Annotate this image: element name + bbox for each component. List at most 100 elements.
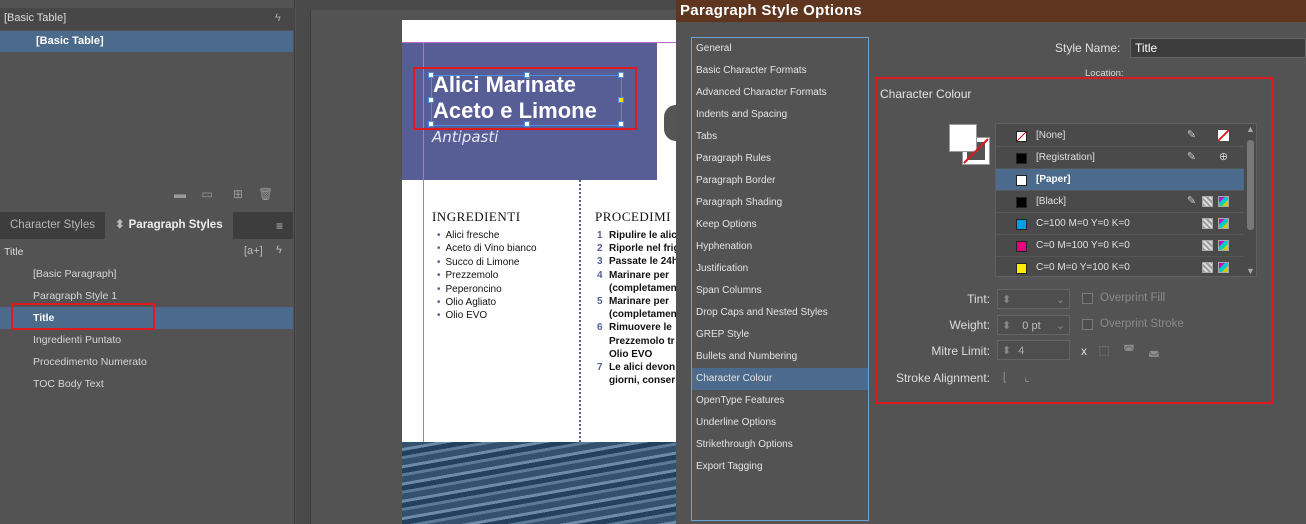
category-item[interactable]: Export Tagging xyxy=(692,456,868,478)
content-grabber-icon[interactable] xyxy=(664,105,676,141)
stepper-icon[interactable]: ⬍ xyxy=(1002,294,1011,306)
category-item[interactable]: Character Colour xyxy=(692,368,868,390)
clear-overrides-icon[interactable]: ▭ xyxy=(200,188,214,200)
category-item[interactable]: Advanced Character Formats xyxy=(692,82,868,104)
stepper-icon[interactable]: ⬍ xyxy=(1002,320,1011,332)
mitre-limit-field[interactable]: ⬍ 4 xyxy=(997,340,1070,360)
mitre-value: 4 xyxy=(1018,345,1025,357)
paragraph-style-label: Paragraph Style 1 xyxy=(33,290,118,302)
trash-icon[interactable]: 🗑 xyxy=(258,188,273,200)
step-number: 5 xyxy=(597,296,603,307)
category-item[interactable]: Paragraph Border xyxy=(692,170,868,192)
category-item[interactable]: Tabs xyxy=(692,126,868,148)
weight-field[interactable]: ⬍ 0 pt ⌄ xyxy=(997,315,1070,335)
table-styles-header[interactable]: [Basic Table] ϟ xyxy=(0,8,295,30)
category-item[interactable]: Bullets and Numbering xyxy=(692,346,868,368)
category-item[interactable]: Justification xyxy=(692,258,868,280)
swatch-item[interactable]: [Registration] ✎ ⊕ xyxy=(996,147,1244,169)
locked-icon: ✎ xyxy=(1186,129,1197,141)
category-item[interactable]: Paragraph Shading xyxy=(692,192,868,214)
swatch-item[interactable]: [None] ✎ xyxy=(996,125,1244,147)
scroll-down-icon[interactable]: ▼ xyxy=(1246,266,1255,276)
paragraph-style-item[interactable]: [Basic Paragraph] xyxy=(0,263,293,285)
round-join-icon[interactable]: ◚ xyxy=(1123,344,1135,356)
new-style-icon[interactable]: ⊞ xyxy=(231,188,245,200)
category-item[interactable]: Basic Character Formats xyxy=(692,60,868,82)
overprint-stroke-checkbox[interactable] xyxy=(1082,319,1093,330)
category-label: Advanced Character Formats xyxy=(696,87,827,98)
lightning-icon[interactable]: ϟ xyxy=(276,244,282,256)
swatch-item[interactable]: C=0 M=100 Y=0 K=0 xyxy=(996,235,1244,257)
category-item[interactable]: OpenType Features xyxy=(692,390,868,412)
tab-paragraph-styles-label: Paragraph Styles xyxy=(128,219,223,231)
category-label: Bullets and Numbering xyxy=(696,351,798,362)
align-outside-icon[interactable]: ⌞ xyxy=(1021,371,1033,383)
step-text: Marinare per xyxy=(609,296,670,307)
procedure-line: (completamen xyxy=(597,283,676,294)
scroll-up-icon[interactable]: ▲ xyxy=(1246,124,1255,134)
category-item[interactable]: Underline Options xyxy=(692,412,868,434)
category-item[interactable]: General xyxy=(692,38,868,60)
panel-menu-icon[interactable]: ≡ xyxy=(276,219,283,233)
swatch-item[interactable]: C=100 M=0 Y=0 K=0 xyxy=(996,213,1244,235)
swatch-name: C=0 M=100 Y=0 K=0 xyxy=(1036,240,1130,251)
procedure-line: 3 Passate le 24h xyxy=(597,256,676,267)
tab-chevron-icon: ⬍ xyxy=(115,219,125,231)
align-center-icon[interactable]: ⌊ xyxy=(999,371,1011,383)
column-divider xyxy=(579,180,581,442)
table-style-item-basic-table[interactable]: [Basic Table] xyxy=(0,31,293,52)
category-item[interactable]: GREP Style xyxy=(692,324,868,346)
chevron-down-icon[interactable]: ⌄ xyxy=(1056,293,1065,306)
ingredient-item: • Alici fresche xyxy=(437,230,499,241)
paragraph-style-label: Ingredienti Puntato xyxy=(33,334,122,346)
lightning-icon[interactable]: ϟ xyxy=(275,12,281,24)
category-item[interactable]: Strikethrough Options xyxy=(692,434,868,456)
bullet-icon: • xyxy=(437,310,441,322)
scrollbar-thumb[interactable] xyxy=(1247,140,1254,230)
category-item[interactable]: Drop Caps and Nested Styles xyxy=(692,302,868,324)
category-item[interactable]: Indents and Spacing xyxy=(692,104,868,126)
paragraph-style-item[interactable]: Ingredienti Puntato xyxy=(0,329,293,351)
top-ruler xyxy=(296,0,676,10)
tint-field[interactable]: ⬍ ⌄ xyxy=(997,289,1070,309)
left-ruler xyxy=(296,10,311,524)
locked-icon: ✎ xyxy=(1186,195,1197,207)
document-subtitle: Antipasti xyxy=(432,128,499,146)
category-label: Paragraph Rules xyxy=(696,153,772,164)
step-text: (completamen xyxy=(609,309,676,321)
process-color-icon xyxy=(1202,240,1213,251)
folder-icon[interactable]: ▬ xyxy=(173,188,187,200)
bevel-join-icon[interactable]: ◛ xyxy=(1148,344,1160,356)
overprint-fill-checkbox[interactable] xyxy=(1082,293,1093,304)
swatch-item[interactable]: [Black] ✎ xyxy=(996,191,1244,213)
paragraph-style-item[interactable]: Procedimento Numerato xyxy=(0,351,293,373)
none-mode-icon xyxy=(1218,130,1229,141)
miter-join-icon[interactable]: ⬚ xyxy=(1098,344,1110,356)
swatch-chip xyxy=(1016,219,1027,230)
category-item[interactable]: Keep Options xyxy=(692,214,868,236)
stepper-icon[interactable]: ⬍ xyxy=(1002,345,1011,357)
category-label: Basic Character Formats xyxy=(696,65,807,76)
table-styles-header-label: [Basic Table] xyxy=(4,12,67,24)
step-text: Prezzemolo tr xyxy=(609,335,675,347)
paragraph-style-item[interactable]: TOC Body Text xyxy=(0,373,293,395)
category-label: Paragraph Shading xyxy=(696,197,783,208)
tab-character-styles[interactable]: Character Styles xyxy=(0,212,105,239)
style-name-input[interactable]: Title xyxy=(1130,38,1306,58)
chevron-down-icon[interactable]: ⌄ xyxy=(1056,319,1065,332)
overprint-stroke-label: Overprint Stroke xyxy=(1100,318,1184,330)
step-text: Riporle nel frig xyxy=(609,243,676,255)
tab-paragraph-styles[interactable]: ⬍ Paragraph Styles xyxy=(105,212,233,239)
category-item[interactable]: Paragraph Rules xyxy=(692,148,868,170)
category-item[interactable]: Span Columns xyxy=(692,280,868,302)
swatch-chip xyxy=(1016,241,1027,252)
category-item[interactable]: Hyphenation xyxy=(692,236,868,258)
styles-tabbar: Character Styles ⬍ Paragraph Styles ≡ xyxy=(0,212,293,239)
swatch-item[interactable]: C=0 M=0 Y=100 K=0 xyxy=(996,257,1244,279)
new-from-selection-button[interactable]: [a+] xyxy=(244,245,263,257)
locked-icon: ✎ xyxy=(1186,151,1197,163)
cmyk-mode-icon xyxy=(1218,196,1229,207)
table-styles-toolbar: ▬ ▭ ⊞ 🗑 xyxy=(0,184,293,208)
swatch-item[interactable]: [Paper] xyxy=(996,169,1244,191)
dialog-title-bar[interactable]: Paragraph Style Options xyxy=(676,0,1306,22)
